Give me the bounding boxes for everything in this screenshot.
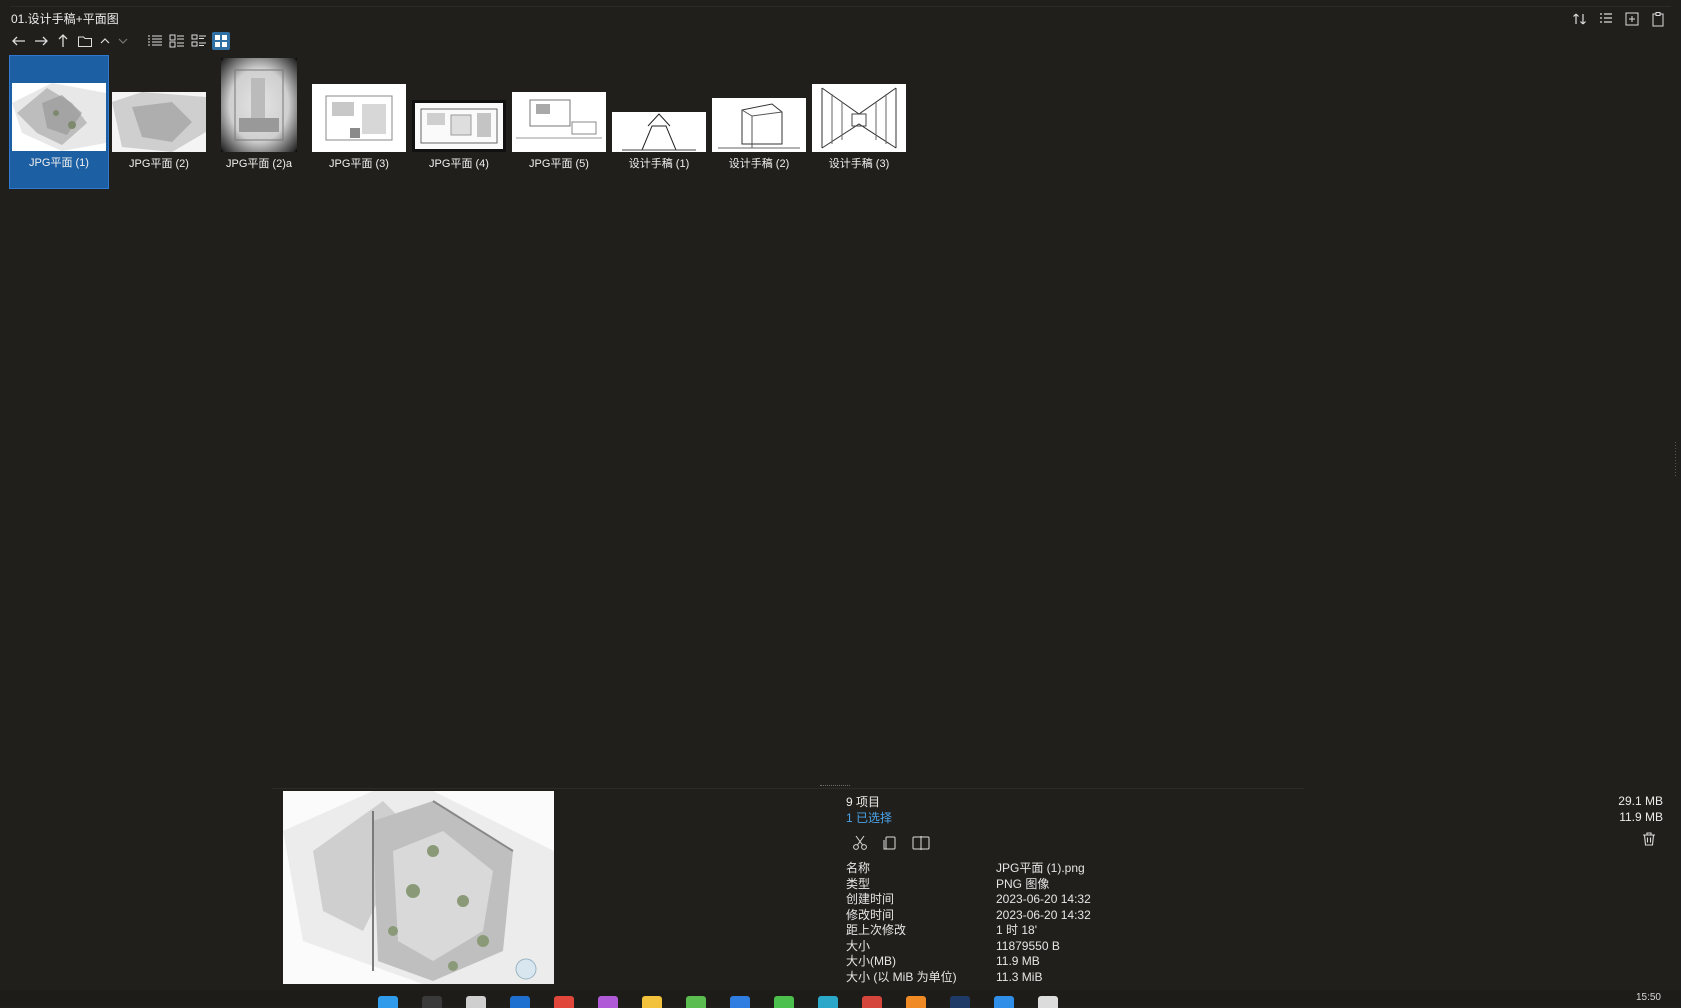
taskbar-app-icon[interactable] (422, 996, 442, 1008)
thumbnail-image (12, 83, 106, 151)
taskbar-app-icon[interactable] (862, 996, 882, 1008)
taskbar-app-icon[interactable] (642, 996, 662, 1008)
thumbnail-image (412, 100, 506, 152)
taskbar-app-icon[interactable] (466, 996, 486, 1008)
selection-info: 9 项目 1 已选择 名称 JPG平面 (1).png 类型 PNG 图像 创建… (846, 793, 1176, 985)
file-name-label: JPG平面 (5) (529, 158, 589, 170)
taskbar-app-icon[interactable] (906, 996, 926, 1008)
prop-value: 11.9 MB (996, 954, 1040, 968)
thumbnails-view-icon[interactable] (212, 32, 230, 50)
file-tile[interactable]: JPG平面 (4) (409, 55, 509, 189)
chevron-up-icon[interactable] (98, 32, 112, 50)
taskbar-icons (378, 996, 1058, 1008)
thumbnail-image (712, 98, 806, 152)
file-tile[interactable]: 设计手稿 (3) (809, 55, 909, 189)
list-view-icon[interactable] (146, 32, 164, 50)
file-name-label: JPG平面 (1) (29, 157, 89, 169)
file-tile[interactable]: JPG平面 (2)a (209, 55, 309, 189)
taskbar-app-icon[interactable] (378, 996, 398, 1008)
file-tile[interactable]: 设计手稿 (2) (709, 55, 809, 189)
properties-icon[interactable] (1597, 10, 1615, 28)
thumbnail-image (512, 92, 606, 152)
preview-divider (272, 788, 1304, 789)
file-name-label: JPG平面 (2) (129, 158, 189, 170)
taskbar-app-icon[interactable] (510, 996, 530, 1008)
chevron-down-icon[interactable] (116, 32, 130, 50)
folder-icon[interactable] (76, 32, 94, 50)
taskbar-app-icon[interactable] (1038, 996, 1058, 1008)
taskbar: 15:50 (0, 990, 1681, 1008)
resize-grip[interactable] (820, 785, 850, 789)
prop-key: 创建时间 (846, 892, 895, 906)
file-name-label: 设计手稿 (2) (728, 158, 790, 170)
prop-value: JPG平面 (1).png (996, 861, 1085, 875)
prop-value: PNG 图像 (996, 876, 1050, 891)
file-tile[interactable]: JPG平面 (3) (309, 55, 409, 189)
file-tile[interactable]: JPG平面 (2) (109, 55, 209, 189)
arrow-left-icon[interactable] (10, 32, 28, 50)
taskbar-app-icon[interactable] (554, 996, 574, 1008)
prop-value: 11.3 MiB (996, 969, 1043, 984)
prop-value: 11879550 B (996, 938, 1060, 953)
selected-size: 11.9 MB (1619, 810, 1663, 824)
compare-icon[interactable] (912, 835, 930, 851)
window-title: 01.设计手稿+平面图 (11, 12, 119, 26)
prop-key: 大小(MB) (846, 954, 896, 968)
thumbnail-image (812, 84, 906, 152)
selected-count[interactable]: 1 已选择 (846, 809, 1176, 825)
taskbar-app-icon[interactable] (994, 996, 1014, 1008)
selection-actions (852, 835, 1176, 851)
size-summary: 29.1 MB 11.9 MB (1618, 793, 1663, 825)
prop-key: 修改时间 (846, 907, 895, 922)
taskbar-app-icon[interactable] (774, 996, 794, 1008)
prop-key: 名称 (846, 861, 871, 875)
delete-icon[interactable] (1641, 831, 1657, 847)
file-name-label: JPG平面 (3) (329, 158, 389, 170)
taskbar-app-icon[interactable] (818, 996, 838, 1008)
taskbar-app-icon[interactable] (598, 996, 618, 1008)
taskbar-app-icon[interactable] (686, 996, 706, 1008)
taskbar-app-icon[interactable] (730, 996, 750, 1008)
file-name-label: JPG平面 (2)a (225, 158, 292, 170)
thumbnail-image (112, 92, 206, 152)
top-right-toolbar (1571, 10, 1667, 28)
prop-value: 1 时 18' (996, 923, 1037, 937)
prop-key: 类型 (846, 876, 871, 891)
arrow-right-icon[interactable] (32, 32, 50, 50)
taskbar-app-icon[interactable] (950, 996, 970, 1008)
clock: 15:50 (1635, 992, 1661, 1003)
sort-icon[interactable] (1571, 10, 1589, 28)
details-view-icon[interactable] (168, 32, 186, 50)
top-divider (10, 6, 1671, 7)
cut-icon[interactable] (852, 835, 868, 851)
file-name-label: 设计手稿 (3) (828, 158, 890, 170)
prop-value: 2023-06-20 14:32 (996, 907, 1091, 922)
file-tile[interactable]: JPG平面 (1) (9, 55, 109, 189)
prop-key: 距上次修改 (846, 923, 907, 937)
prop-key: 大小 (以 MiB 为单位) (846, 969, 957, 984)
file-name-label: JPG平面 (4) (429, 158, 489, 170)
tiles-view-icon[interactable] (190, 32, 208, 50)
file-tile[interactable]: 设计手稿 (1) (609, 55, 709, 189)
thumbnail-image (221, 58, 297, 152)
prop-key: 大小 (846, 938, 871, 953)
image-preview (283, 791, 554, 984)
file-manager-window: 01.设计手稿+平面图 JPG平面 (1) JPG平面 (2) JPG平面 (2… (0, 0, 1681, 1008)
total-size: 29.1 MB (1618, 794, 1663, 808)
properties-table: 名称 JPG平面 (1).png 类型 PNG 图像 创建时间 2023-06-… (846, 861, 1176, 985)
navigation-toolbar (10, 31, 230, 51)
new-icon[interactable] (1623, 10, 1641, 28)
file-name-label: 设计手稿 (1) (628, 158, 690, 170)
thumbnail-grid: JPG平面 (1) JPG平面 (2) JPG平面 (2)a JPG平面 (3)… (9, 55, 909, 189)
thumbnail-image (612, 112, 706, 152)
item-count: 9 项目 (846, 795, 881, 809)
copy-icon[interactable] (882, 835, 898, 851)
prop-value: 2023-06-20 14:32 (996, 892, 1091, 906)
side-panel-handle[interactable] (1673, 440, 1678, 480)
arrow-up-icon[interactable] (54, 32, 72, 50)
thumbnail-image (312, 84, 406, 152)
paste-icon[interactable] (1649, 10, 1667, 28)
file-tile[interactable]: JPG平面 (5) (509, 55, 609, 189)
